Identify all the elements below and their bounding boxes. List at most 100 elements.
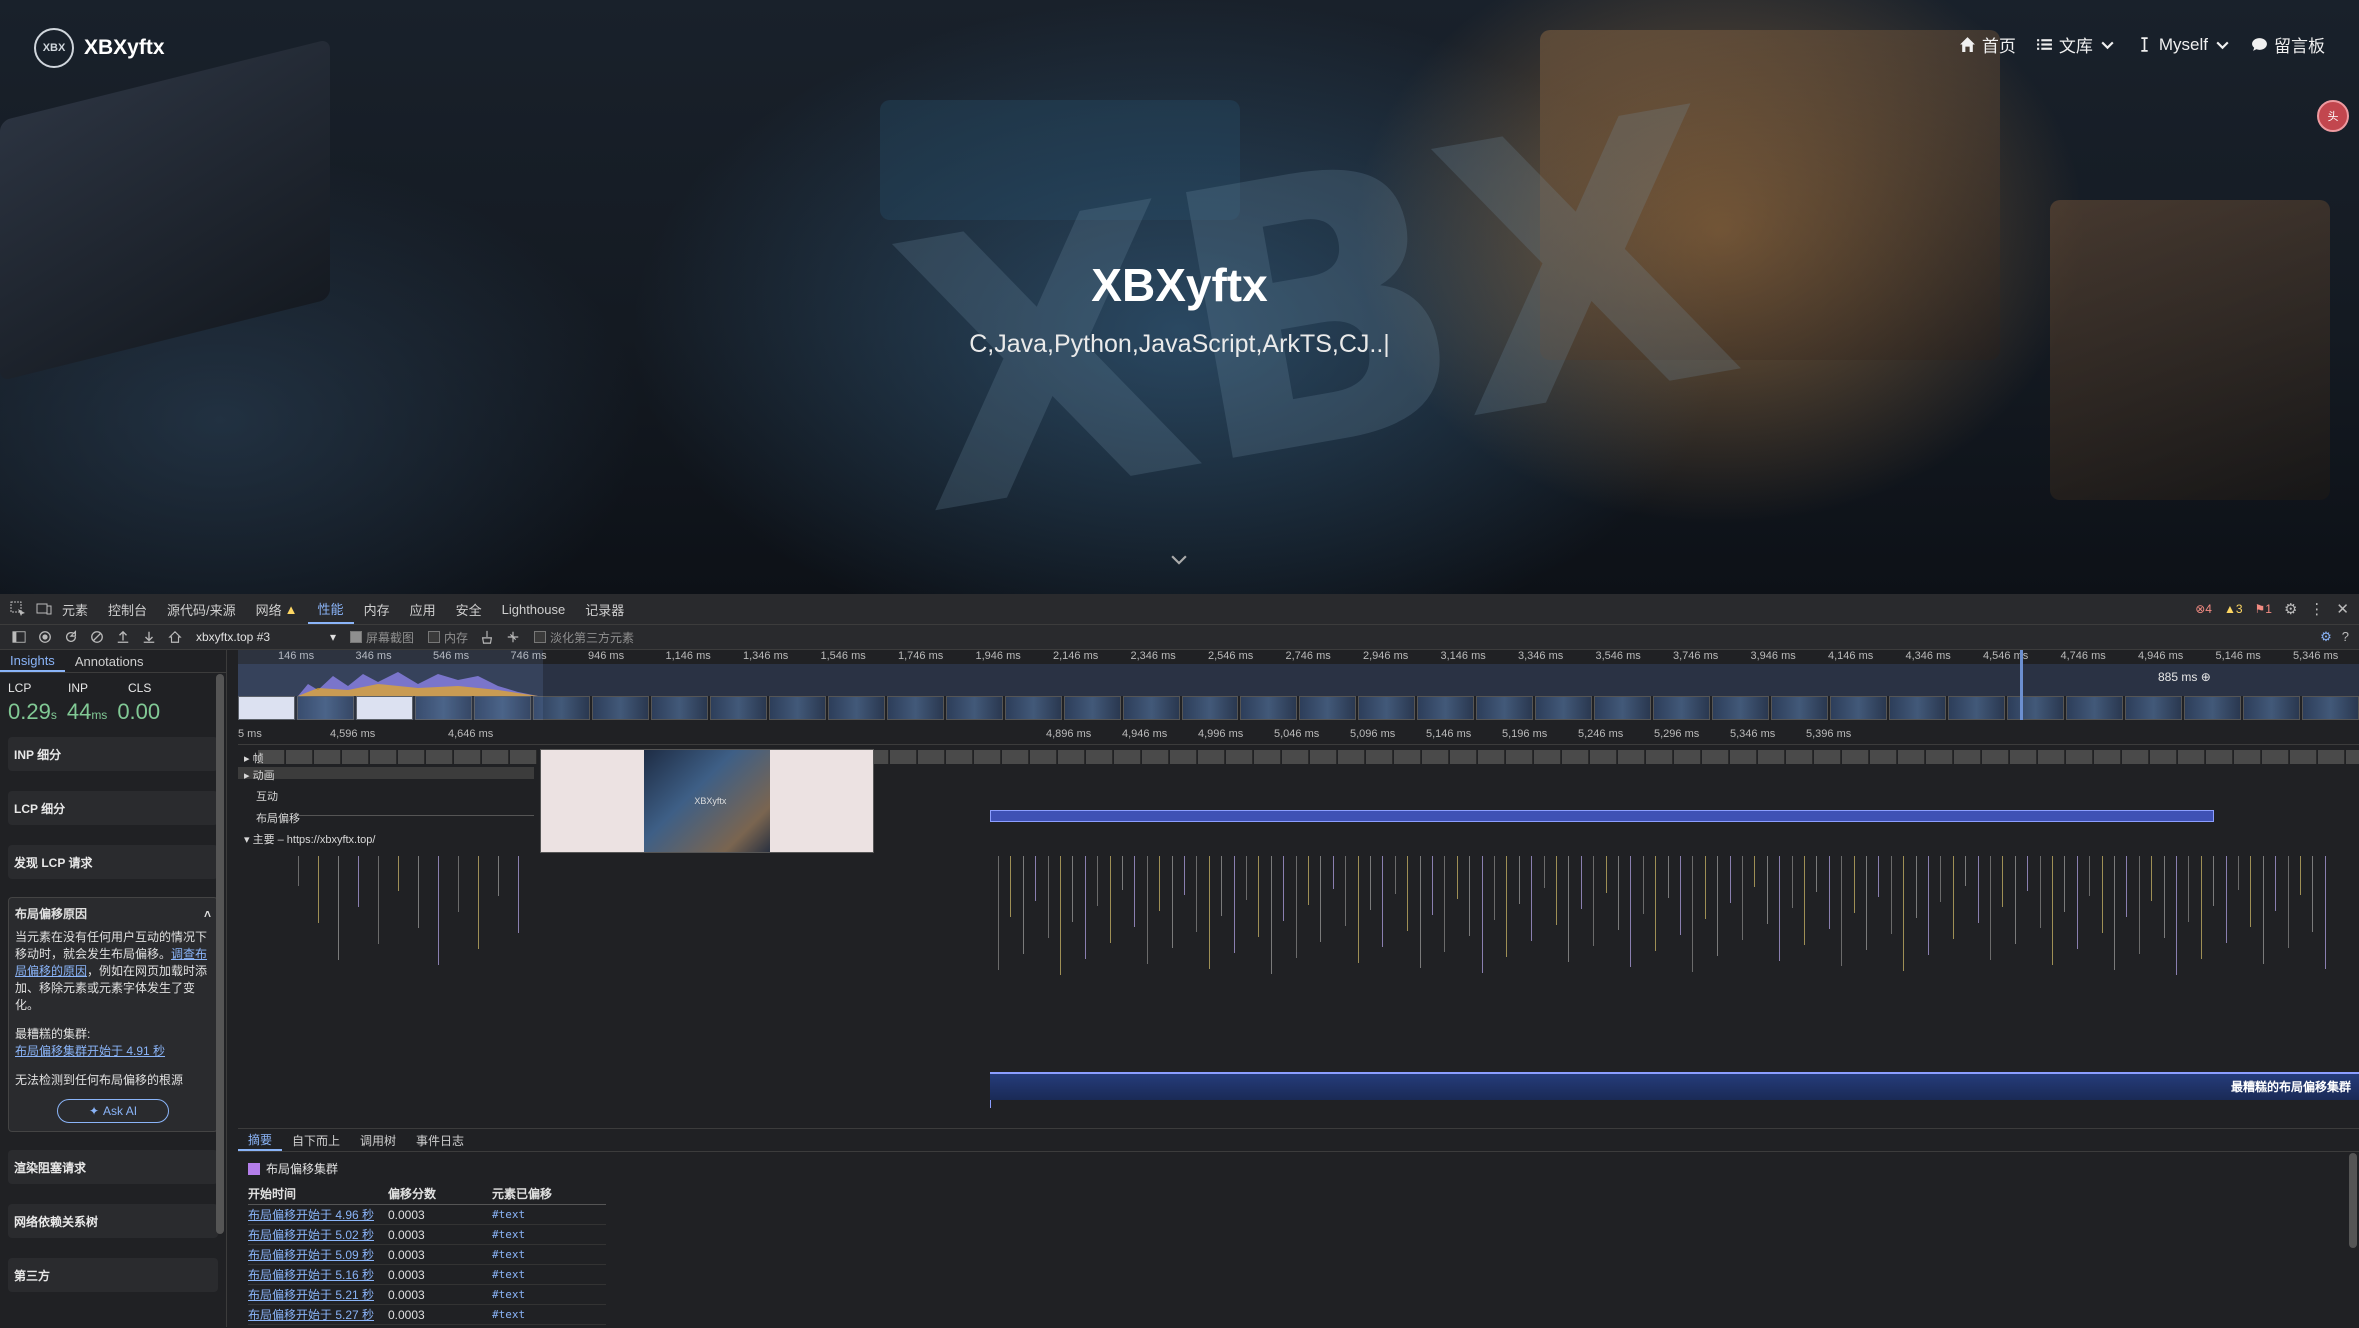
main-thread-event[interactable] — [1903, 856, 1905, 971]
filmstrip-thumbnail[interactable] — [1889, 696, 1947, 720]
tab-recorder[interactable]: 记录器 — [575, 594, 634, 624]
main-thread-event[interactable] — [1928, 856, 1929, 955]
main-thread-event[interactable] — [1878, 856, 1880, 897]
frame-cell[interactable] — [1002, 750, 1029, 764]
broom-icon[interactable] — [480, 630, 494, 644]
main-thread-event[interactable] — [1270, 856, 1272, 974]
home-icon[interactable] — [168, 630, 182, 644]
frame-cell[interactable] — [2010, 750, 2037, 764]
main-thread-event[interactable] — [1444, 856, 1446, 952]
main-thread-event[interactable] — [2163, 856, 2165, 938]
clear-icon[interactable] — [90, 630, 104, 644]
shifted-element[interactable]: #text — [492, 1284, 606, 1305]
screenshot-filmstrip[interactable] — [238, 696, 2359, 720]
main-thread-event[interactable] — [1618, 856, 1619, 930]
filmstrip-thumbnail[interactable] — [1417, 696, 1475, 720]
overview-selection-handle[interactable] — [2020, 650, 2023, 720]
tab-sources[interactable]: 源代码/来源 — [157, 594, 246, 624]
main-thread-event[interactable] — [2052, 856, 2053, 965]
main-thread-event[interactable] — [1469, 856, 1471, 936]
shift-start-link[interactable]: 布局偏移开始于 5.21 秒 — [248, 1284, 388, 1305]
tab-lighthouse[interactable]: Lighthouse — [492, 594, 576, 624]
main-thread-event[interactable] — [2138, 856, 2140, 954]
main-thread-event[interactable] — [2114, 856, 2115, 970]
frame-cell[interactable] — [342, 750, 369, 764]
insight-third-party[interactable]: 第三方 — [8, 1258, 218, 1292]
main-thread-event[interactable] — [1109, 856, 1111, 943]
filmstrip-thumbnail[interactable] — [1063, 696, 1121, 720]
frame-cell[interactable] — [974, 750, 1001, 764]
tab-memory[interactable]: 内存 — [354, 594, 400, 624]
frame-cell[interactable] — [1506, 750, 1533, 764]
filmstrip-thumbnail[interactable] — [1240, 696, 1298, 720]
worst-cluster-link[interactable]: 布局偏移集群开始于 4.91 秒 — [15, 1043, 211, 1060]
main-thread-event[interactable] — [1171, 856, 1173, 948]
frame-cell[interactable] — [1422, 750, 1449, 764]
frame-cell[interactable] — [1758, 750, 1785, 764]
main-thread-event[interactable] — [1853, 856, 1855, 913]
main-thread-event[interactable] — [1642, 856, 1644, 914]
filmstrip-thumbnail[interactable] — [1358, 696, 1416, 720]
main-thread-event[interactable] — [1915, 856, 1917, 918]
frame-cell[interactable] — [2346, 750, 2359, 764]
main-thread-event[interactable] — [1345, 856, 1347, 926]
main-thread-event[interactable] — [1990, 856, 1991, 960]
shift-start-link[interactable]: 布局偏移开始于 5.16 秒 — [248, 1264, 388, 1285]
details-scrollbar[interactable] — [2349, 1153, 2357, 1248]
main-thread-event[interactable] — [1766, 856, 1768, 924]
main-thread-event[interactable] — [2064, 856, 2066, 912]
frame-cell[interactable] — [1730, 750, 1757, 764]
filmstrip-thumbnail[interactable] — [2301, 696, 2359, 720]
frame-cell[interactable] — [370, 750, 397, 764]
tab-call-tree[interactable]: 调用树 — [350, 1129, 406, 1151]
frame-cell[interactable] — [2150, 750, 2177, 764]
frame-cell[interactable] — [1534, 750, 1561, 764]
insight-header[interactable]: 布局偏移原因 ˄ — [15, 906, 211, 923]
main-thread-event[interactable] — [398, 856, 399, 891]
main-thread-event[interactable] — [1543, 856, 1545, 888]
main-thread-event[interactable] — [1965, 856, 1967, 886]
main-thread-event[interactable] — [1283, 856, 1285, 921]
main-thread-event[interactable] — [1717, 856, 1719, 956]
main-thread-event[interactable] — [1382, 856, 1384, 947]
filmstrip-thumbnail[interactable] — [591, 696, 649, 720]
main-thread-event[interactable] — [1122, 856, 1123, 890]
main-thread-event[interactable] — [1394, 856, 1396, 894]
shift-start-link[interactable]: 布局偏移开始于 4.96 秒 — [248, 1204, 388, 1225]
shift-start-link[interactable]: 布局偏移开始于 5.27 秒 — [248, 1304, 388, 1325]
filmstrip-thumbnail[interactable] — [768, 696, 826, 720]
main-thread-event[interactable] — [1804, 856, 1805, 945]
frame-cell[interactable] — [510, 750, 537, 764]
reload-record-icon[interactable] — [64, 630, 78, 644]
insight-inp-breakdown[interactable]: INP 细分 — [8, 737, 218, 771]
main-thread-event[interactable] — [2039, 856, 2041, 928]
frame-cell[interactable] — [2066, 750, 2093, 764]
shift-start-link[interactable]: 布局偏移开始于 5.09 秒 — [248, 1244, 388, 1265]
filmstrip-thumbnail[interactable] — [827, 696, 885, 720]
frame-cell[interactable] — [1926, 750, 1953, 764]
frame-cell[interactable] — [1030, 750, 1057, 764]
frame-cell[interactable] — [1254, 750, 1281, 764]
main-thread-event[interactable] — [518, 856, 519, 933]
inspect-element-icon[interactable] — [10, 601, 26, 617]
sidebar-scrollbar[interactable] — [216, 674, 224, 1234]
frame-cell[interactable] — [1562, 750, 1589, 764]
main-thread-event[interactable] — [1506, 856, 1508, 957]
tab-application[interactable]: 应用 — [400, 594, 446, 624]
main-thread-event[interactable] — [1097, 856, 1099, 906]
main-thread-event[interactable] — [1779, 856, 1781, 961]
shifted-element[interactable]: #text — [492, 1224, 606, 1245]
filmstrip-thumbnail[interactable] — [1948, 696, 2006, 720]
overview-selection[interactable] — [238, 650, 543, 720]
help-icon[interactable]: ? — [2342, 629, 2349, 645]
scroll-down-icon[interactable] — [1168, 548, 1190, 570]
frame-cell[interactable] — [2038, 750, 2065, 764]
frame-cell[interactable] — [1394, 750, 1421, 764]
main-thread-event[interactable] — [2126, 856, 2128, 917]
frame-cell[interactable] — [946, 750, 973, 764]
main-thread-event[interactable] — [2188, 856, 2190, 922]
frame-cell[interactable] — [1478, 750, 1505, 764]
main-thread-event[interactable] — [1432, 856, 1433, 915]
close-icon[interactable]: ✕ — [2336, 600, 2349, 618]
main-thread-event[interactable] — [2312, 856, 2314, 932]
